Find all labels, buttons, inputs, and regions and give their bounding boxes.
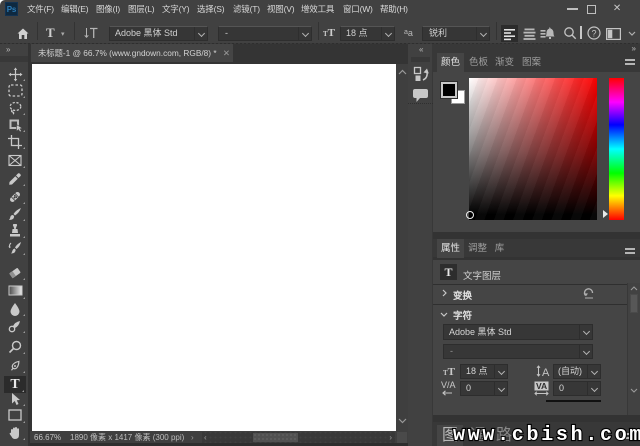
- svg-text:A: A: [542, 367, 550, 378]
- svg-text:www.cbish.com: www.cbish.com: [453, 424, 640, 446]
- svg-text:?: ?: [591, 29, 596, 39]
- svg-text:T: T: [10, 377, 20, 390]
- svg-text:VA: VA: [536, 381, 547, 391]
